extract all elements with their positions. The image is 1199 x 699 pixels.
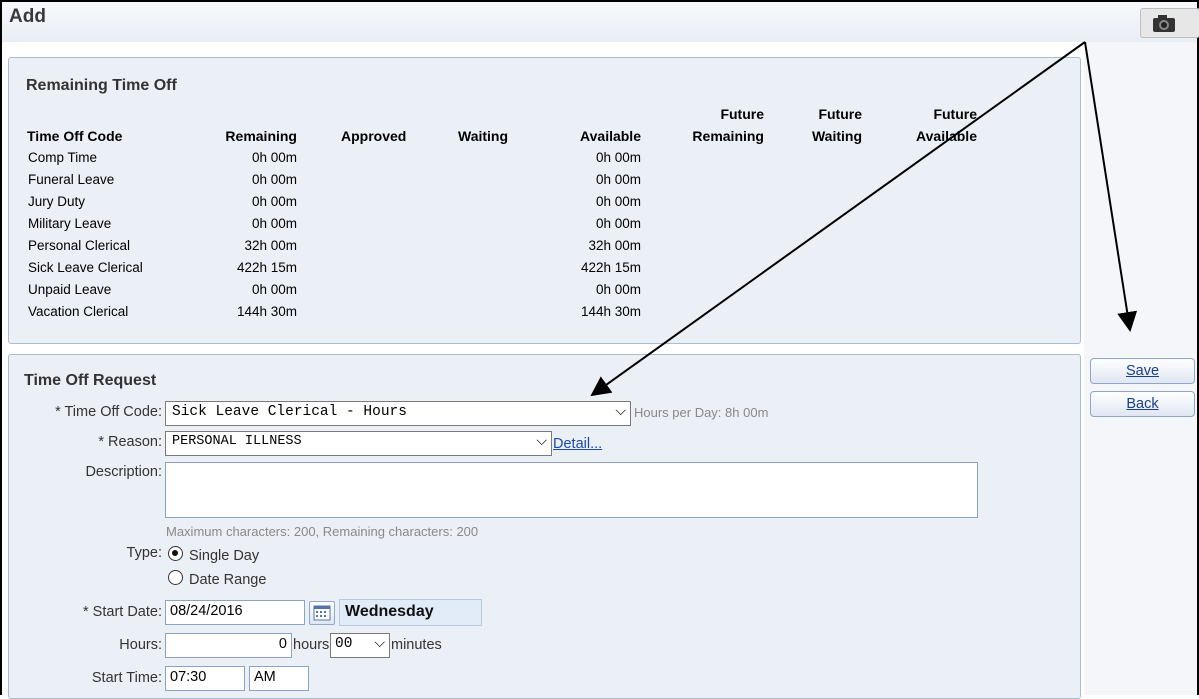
arrow-to-save-button bbox=[1084, 41, 1138, 332]
arrow-to-time-off-code bbox=[590, 41, 1086, 397]
annotation-arrows bbox=[590, 41, 1138, 397]
